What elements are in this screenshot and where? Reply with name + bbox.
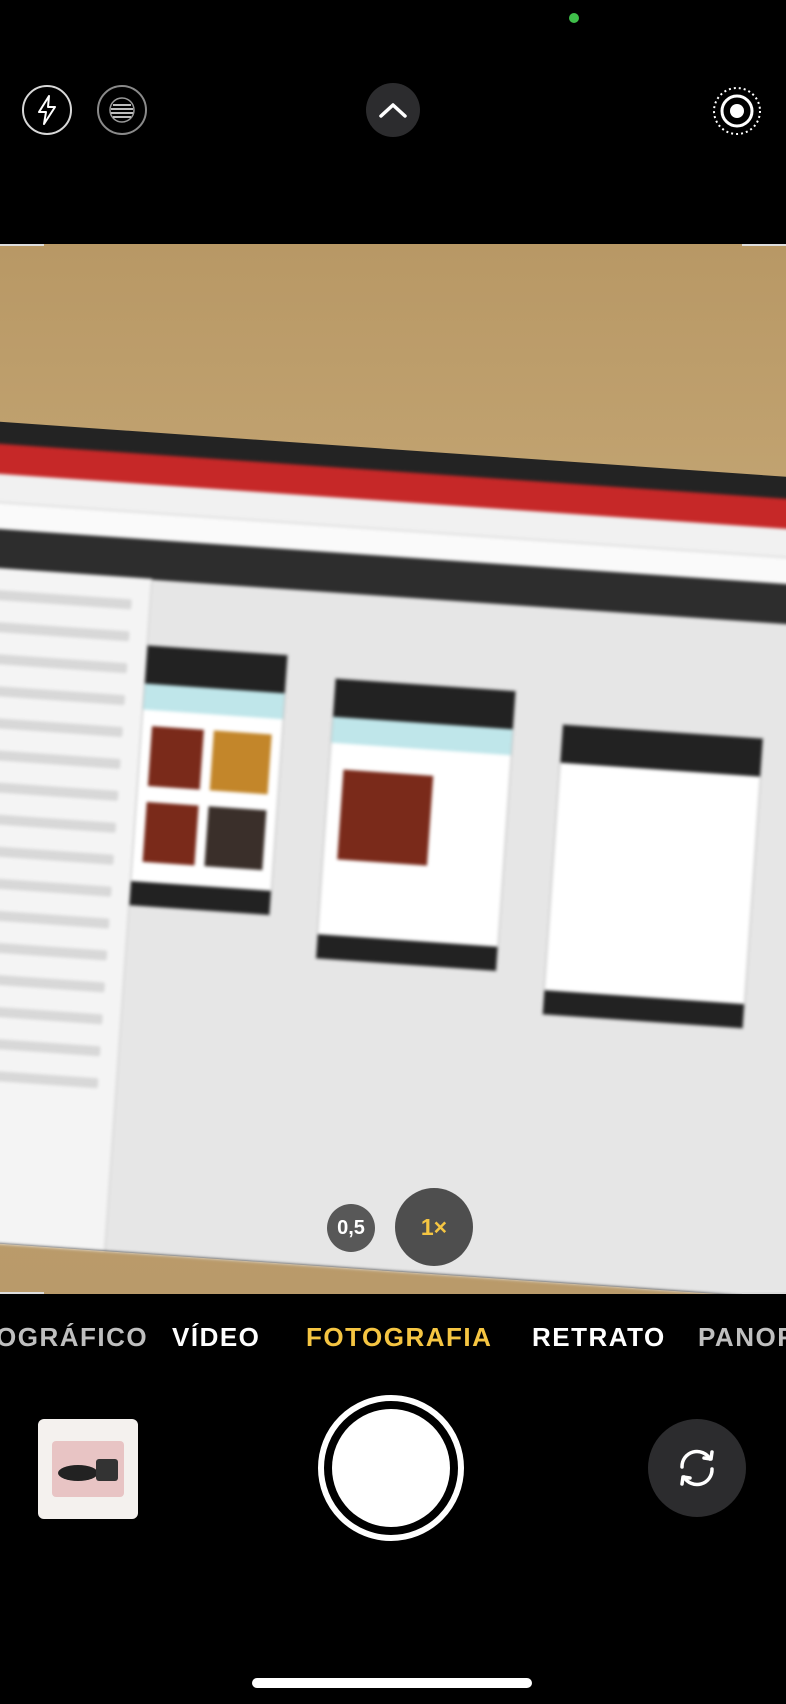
mode-photo[interactable]: FOTOGRAFIA xyxy=(306,1322,492,1353)
shutter-inner xyxy=(332,1409,450,1527)
flash-button[interactable] xyxy=(22,85,72,135)
mode-time-lapse[interactable]: OGRÁFICO xyxy=(0,1322,148,1353)
camera-bottom-bar: OGRÁFICO VÍDEO FOTOGRAFIA RETRATO PANORA xyxy=(0,1294,786,1704)
camera-top-bar xyxy=(0,0,786,244)
exposure-icon xyxy=(109,97,135,123)
exposure-button[interactable] xyxy=(97,85,147,135)
zoom-1x-button[interactable]: 1× xyxy=(395,1188,473,1266)
chevron-up-icon xyxy=(379,103,407,118)
shutter-button[interactable] xyxy=(318,1395,464,1541)
last-photo-thumbnail[interactable] xyxy=(38,1419,138,1519)
live-photo-icon xyxy=(713,87,761,135)
camera-viewfinder[interactable] xyxy=(0,244,786,1294)
viewfinder-scene-screen xyxy=(0,442,786,1294)
mode-video[interactable]: VÍDEO xyxy=(172,1322,260,1353)
home-indicator[interactable] xyxy=(252,1678,532,1688)
camera-mode-selector[interactable]: OGRÁFICO VÍDEO FOTOGRAFIA RETRATO PANORA xyxy=(0,1322,786,1362)
mode-panorama[interactable]: PANORA xyxy=(698,1322,786,1353)
mode-portrait[interactable]: RETRATO xyxy=(532,1322,666,1353)
flash-icon xyxy=(38,95,56,125)
live-photo-button[interactable] xyxy=(711,85,763,137)
flip-camera-button[interactable] xyxy=(648,1419,746,1517)
camera-flip-icon xyxy=(680,1449,714,1487)
camera-controls-toggle[interactable] xyxy=(366,83,420,137)
camera-in-use-indicator xyxy=(569,13,579,23)
viewfinder-scene-laptop xyxy=(0,419,786,1294)
zoom-0-5x-button[interactable]: 0,5 xyxy=(327,1204,375,1252)
